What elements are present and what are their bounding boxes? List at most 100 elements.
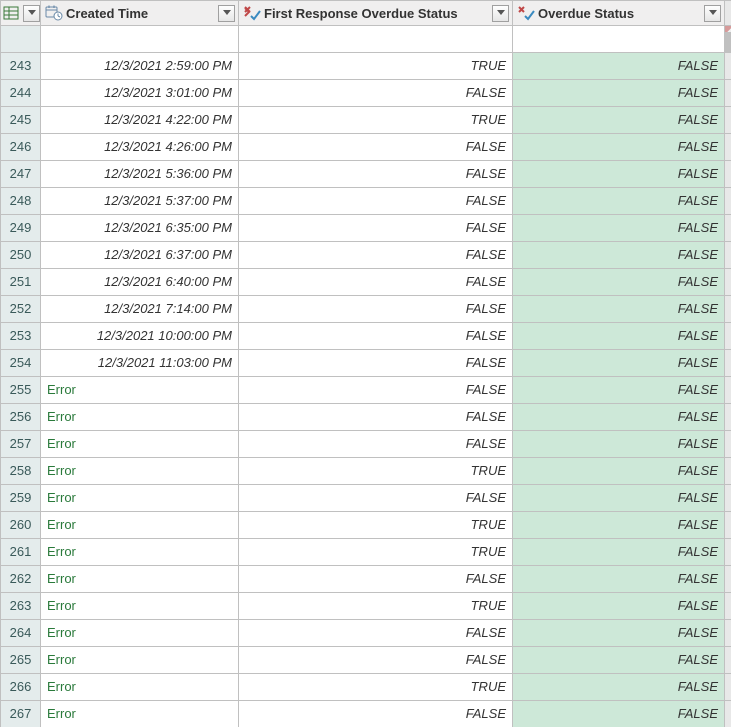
row-number[interactable]: 245 xyxy=(1,107,40,133)
cell-error[interactable]: Error xyxy=(41,431,238,457)
cell-overdue-status[interactable]: FALSE xyxy=(513,674,724,700)
column-header-created-time[interactable]: Created Time xyxy=(41,1,238,25)
cell-overdue-status[interactable]: FALSE xyxy=(513,647,724,673)
cell-overdue-status[interactable]: FALSE xyxy=(513,431,724,457)
column-dropdown[interactable] xyxy=(704,5,721,22)
cell-created-time[interactable]: 12/3/2021 6:40:00 PM xyxy=(41,269,238,295)
row-number[interactable]: 255 xyxy=(1,377,40,403)
column-dropdown[interactable] xyxy=(218,5,235,22)
column-dropdown[interactable] xyxy=(492,5,509,22)
cell-error[interactable]: Error xyxy=(41,647,238,673)
cell-overdue-status[interactable]: FALSE xyxy=(513,188,724,214)
cell-first-response-overdue[interactable]: FALSE xyxy=(239,566,512,592)
cell-first-response-overdue[interactable]: TRUE xyxy=(239,107,512,133)
row-number[interactable]: 252 xyxy=(1,296,40,322)
cell-first-response-overdue[interactable]: FALSE xyxy=(239,350,512,376)
cell-first-response-overdue[interactable]: TRUE xyxy=(239,593,512,619)
cell-error[interactable]: Error xyxy=(41,566,238,592)
row-number[interactable]: 244 xyxy=(1,80,40,106)
cell-created-time[interactable]: 12/3/2021 5:37:00 PM xyxy=(41,188,238,214)
cell-created-time[interactable]: 12/3/2021 6:35:00 PM xyxy=(41,215,238,241)
cell-created-time[interactable]: 12/3/2021 11:03:00 PM xyxy=(41,350,238,376)
cell-first-response-overdue[interactable]: FALSE xyxy=(239,161,512,187)
cell-overdue-status[interactable]: FALSE xyxy=(513,161,724,187)
cell-overdue-status[interactable]: FALSE xyxy=(513,620,724,646)
row-number[interactable]: 256 xyxy=(1,404,40,430)
row-number[interactable]: 257 xyxy=(1,431,40,457)
cell-first-response-overdue[interactable]: FALSE xyxy=(239,323,512,349)
cell-first-response-overdue[interactable]: FALSE xyxy=(239,431,512,457)
cell-error[interactable]: Error xyxy=(41,377,238,403)
cell-first-response-overdue[interactable]: FALSE xyxy=(239,269,512,295)
cell-created-time[interactable]: 12/3/2021 2:59:00 PM xyxy=(41,53,238,79)
cell-overdue-status[interactable]: FALSE xyxy=(513,566,724,592)
cell-first-response-overdue[interactable]: FALSE xyxy=(239,215,512,241)
cell-created-time[interactable]: 12/3/2021 4:26:00 PM xyxy=(41,134,238,160)
row-number[interactable]: 261 xyxy=(1,539,40,565)
row-number[interactable]: 260 xyxy=(1,512,40,538)
row-number[interactable]: 263 xyxy=(1,593,40,619)
cell-first-response-overdue[interactable]: FALSE xyxy=(239,80,512,106)
cell-overdue-status[interactable]: FALSE xyxy=(513,134,724,160)
cell-overdue-status[interactable]: FALSE xyxy=(513,701,724,727)
cell-error[interactable]: Error xyxy=(41,701,238,727)
row-number[interactable]: 248 xyxy=(1,188,40,214)
row-number[interactable]: 246 xyxy=(1,134,40,160)
cell-overdue-status[interactable]: FALSE xyxy=(513,350,724,376)
row-number[interactable]: 247 xyxy=(1,161,40,187)
row-number[interactable]: 250 xyxy=(1,242,40,268)
row-number[interactable]: 262 xyxy=(1,566,40,592)
cell-error[interactable]: Error xyxy=(41,458,238,484)
row-number[interactable]: 258 xyxy=(1,458,40,484)
cell-overdue-status[interactable]: FALSE xyxy=(513,404,724,430)
row-number[interactable]: 243 xyxy=(1,53,40,79)
cell-first-response-overdue[interactable]: TRUE xyxy=(239,674,512,700)
cell-first-response-overdue[interactable]: TRUE xyxy=(239,458,512,484)
cell-first-response-overdue[interactable]: FALSE xyxy=(239,485,512,511)
cell-created-time[interactable]: 12/3/2021 4:22:00 PM xyxy=(41,107,238,133)
cell-first-response-overdue[interactable]: FALSE xyxy=(239,296,512,322)
cell-first-response-overdue[interactable]: TRUE xyxy=(239,512,512,538)
cell-overdue-status[interactable]: FALSE xyxy=(513,512,724,538)
cell-overdue-status[interactable]: FALSE xyxy=(513,323,724,349)
row-number[interactable]: 267 xyxy=(1,701,40,727)
cell-overdue-status[interactable]: FALSE xyxy=(513,53,724,79)
row-number[interactable]: 249 xyxy=(1,215,40,241)
cell-created-time[interactable]: 12/3/2021 10:00:00 PM xyxy=(41,323,238,349)
cell-overdue-status[interactable]: FALSE xyxy=(513,215,724,241)
cell-created-time[interactable]: 12/3/2021 7:14:00 PM xyxy=(41,296,238,322)
cell-created-time[interactable]: 12/3/2021 3:01:00 PM xyxy=(41,80,238,106)
row-number[interactable]: 254 xyxy=(1,350,40,376)
cell-overdue-status[interactable]: FALSE xyxy=(513,593,724,619)
cell-first-response-overdue[interactable]: FALSE xyxy=(239,701,512,727)
cell-error[interactable]: Error xyxy=(41,512,238,538)
cell-first-response-overdue[interactable]: FALSE xyxy=(239,188,512,214)
cell-first-response-overdue[interactable]: TRUE xyxy=(239,53,512,79)
corner-dropdown[interactable] xyxy=(23,5,40,22)
cell-first-response-overdue[interactable]: FALSE xyxy=(239,647,512,673)
row-number[interactable]: 265 xyxy=(1,647,40,673)
cell-first-response-overdue[interactable]: FALSE xyxy=(239,134,512,160)
cell-overdue-status[interactable]: FALSE xyxy=(513,458,724,484)
row-number[interactable]: 266 xyxy=(1,674,40,700)
cell-error[interactable]: Error xyxy=(41,593,238,619)
cell-error[interactable]: Error xyxy=(41,539,238,565)
row-number[interactable]: 253 xyxy=(1,323,40,349)
cell-overdue-status[interactable]: FALSE xyxy=(513,107,724,133)
cell-error[interactable]: Error xyxy=(41,404,238,430)
cell-first-response-overdue[interactable]: FALSE xyxy=(239,242,512,268)
cell-overdue-status[interactable]: FALSE xyxy=(513,269,724,295)
cell-overdue-status[interactable]: FALSE xyxy=(513,485,724,511)
column-header-first-response-overdue[interactable]: First Response Overdue Status xyxy=(239,1,512,25)
column-header-overdue-status[interactable]: Overdue Status xyxy=(513,1,724,25)
cell-overdue-status[interactable]: FALSE xyxy=(513,539,724,565)
cell-overdue-status[interactable]: FALSE xyxy=(513,242,724,268)
cell-first-response-overdue[interactable]: TRUE xyxy=(239,539,512,565)
cell-error[interactable]: Error xyxy=(41,620,238,646)
cell-first-response-overdue[interactable]: FALSE xyxy=(239,377,512,403)
cell-first-response-overdue[interactable]: FALSE xyxy=(239,404,512,430)
cell-error[interactable]: Error xyxy=(41,485,238,511)
cell-error[interactable]: Error xyxy=(41,674,238,700)
cell-created-time[interactable]: 12/3/2021 6:37:00 PM xyxy=(41,242,238,268)
table-corner[interactable] xyxy=(1,1,40,25)
